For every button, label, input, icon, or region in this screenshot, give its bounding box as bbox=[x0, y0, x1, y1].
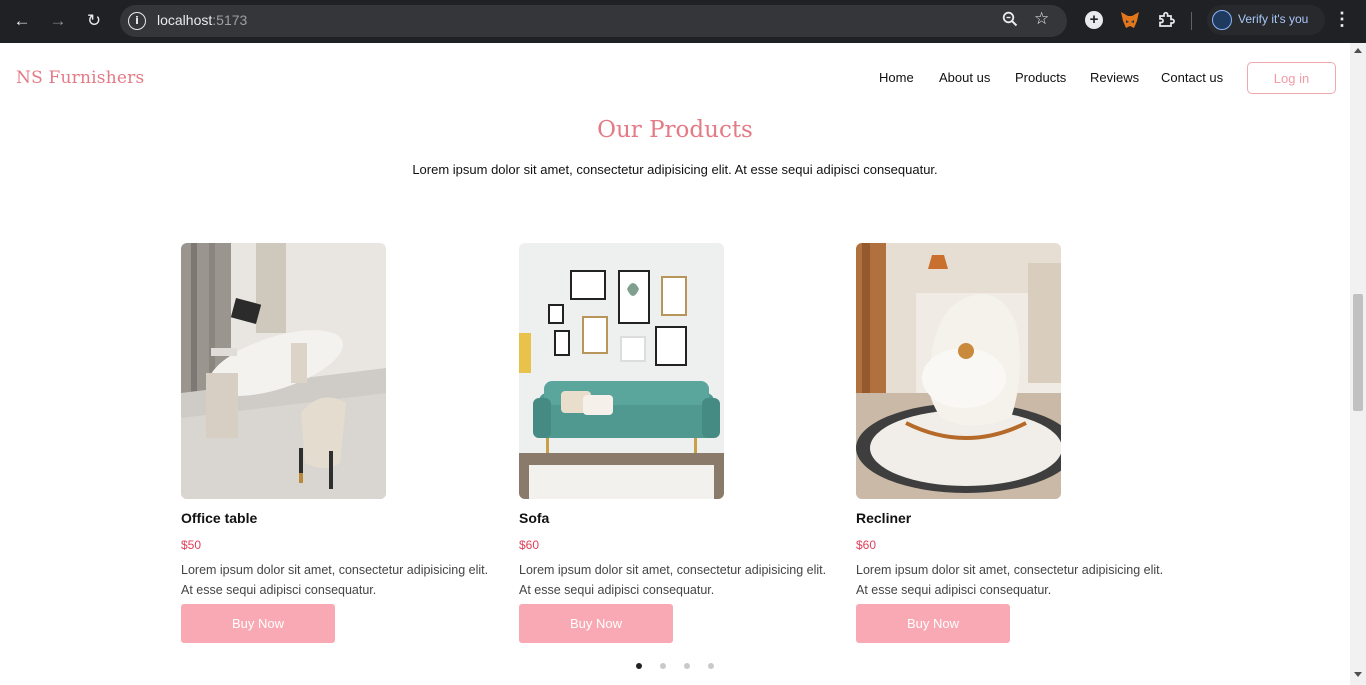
profile-chip[interactable]: Verify it's you bbox=[1207, 5, 1325, 35]
product-price: $60 bbox=[856, 538, 877, 552]
product-image-sofa[interactable] bbox=[519, 243, 724, 499]
add-extension-icon[interactable]: + bbox=[1083, 9, 1105, 31]
toolbar-divider bbox=[1191, 12, 1192, 30]
nav-link-reviews[interactable]: Reviews bbox=[1090, 70, 1139, 85]
buy-now-button[interactable]: Buy Now bbox=[181, 604, 335, 643]
profile-label: Verify it's you bbox=[1238, 12, 1309, 26]
avatar bbox=[1212, 10, 1232, 30]
scroll-up-icon[interactable] bbox=[1354, 48, 1362, 53]
product-card: Office table $50 Lorem ipsum dolor sit a… bbox=[181, 243, 491, 643]
product-description: Lorem ipsum dolor sit amet, consectetur … bbox=[519, 563, 827, 597]
page-scrollbar[interactable] bbox=[1350, 43, 1366, 685]
scroll-down-icon[interactable] bbox=[1354, 672, 1362, 677]
product-name: Office table bbox=[181, 510, 258, 526]
metamask-fox-icon[interactable] bbox=[1119, 9, 1141, 31]
product-card: Sofa $60 Lorem ipsum dolor sit amet, con… bbox=[519, 243, 829, 643]
bookmark-star-icon[interactable]: ☆ bbox=[1034, 9, 1049, 29]
buy-now-button[interactable]: Buy Now bbox=[519, 604, 673, 643]
carousel-dot[interactable] bbox=[660, 663, 666, 669]
section-title: Our Products bbox=[597, 117, 753, 143]
carousel-dot[interactable] bbox=[636, 663, 642, 669]
brand-logo[interactable]: NS Furnishers bbox=[16, 68, 144, 88]
browser-toolbar: ← → ↻ i localhost:5173 ☆ + Verify it's y… bbox=[0, 0, 1366, 43]
nav-link-about[interactable]: About us bbox=[939, 70, 990, 85]
zoom-icon[interactable] bbox=[1002, 11, 1018, 31]
address-bar[interactable]: i localhost:5173 ☆ bbox=[120, 5, 1067, 37]
page-content: NS Furnishers Home About us Products Rev… bbox=[0, 43, 1350, 685]
product-description: Lorem ipsum dolor sit amet, consectetur … bbox=[856, 563, 1164, 597]
extensions-puzzle-icon[interactable] bbox=[1155, 9, 1177, 31]
carousel-dot[interactable] bbox=[708, 663, 714, 669]
nav-link-products[interactable]: Products bbox=[1015, 70, 1066, 85]
product-image-recliner[interactable] bbox=[856, 243, 1061, 499]
more-menu-icon[interactable]: ⋮ bbox=[1333, 9, 1351, 30]
product-card: Recliner $60 Lorem ipsum dolor sit amet,… bbox=[856, 243, 1166, 643]
product-price: $60 bbox=[519, 538, 540, 552]
section-subtitle: Lorem ipsum dolor sit amet, consectetur … bbox=[412, 162, 938, 177]
carousel-dot[interactable] bbox=[684, 663, 690, 669]
product-description: Lorem ipsum dolor sit amet, consectetur … bbox=[181, 563, 489, 597]
forward-icon[interactable]: → bbox=[45, 8, 71, 34]
product-price: $50 bbox=[181, 538, 202, 552]
scrollbar-thumb[interactable] bbox=[1353, 294, 1363, 411]
url-text[interactable]: localhost:5173 bbox=[157, 12, 247, 28]
back-icon[interactable]: ← bbox=[9, 8, 35, 34]
site-info-icon[interactable]: i bbox=[128, 12, 146, 30]
product-name: Recliner bbox=[856, 510, 912, 526]
buy-now-button[interactable]: Buy Now bbox=[856, 604, 1010, 643]
product-image-office-table[interactable] bbox=[181, 243, 386, 499]
login-button[interactable]: Log in bbox=[1247, 62, 1336, 94]
reload-icon[interactable]: ↻ bbox=[81, 8, 107, 34]
nav-link-contact[interactable]: Contact us bbox=[1161, 70, 1223, 85]
product-name: Sofa bbox=[519, 510, 550, 526]
nav-link-home[interactable]: Home bbox=[879, 70, 914, 85]
